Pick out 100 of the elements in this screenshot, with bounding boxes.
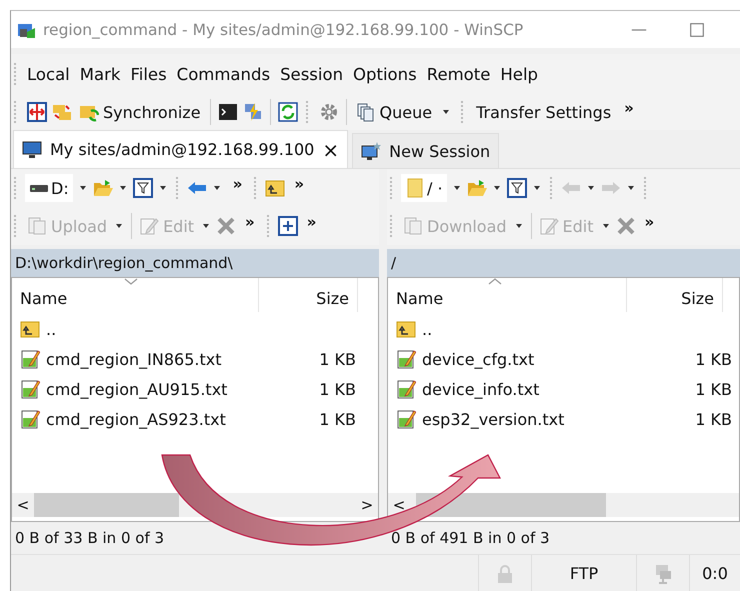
menu-item[interactable]: Remote (422, 64, 496, 84)
file-size: 1 KB (319, 410, 356, 428)
refresh-icon[interactable] (278, 102, 298, 122)
column-header[interactable]: Size (626, 278, 723, 312)
file-name[interactable]: cmd_region_AS923.txt (46, 410, 226, 428)
tab-label: My sites/admin@192.168.99.100 (50, 140, 314, 159)
scroll-right-button[interactable]: > (356, 496, 378, 514)
pencil-icon (538, 216, 559, 236)
pencil-icon (139, 216, 160, 236)
file-size: 1 KB (695, 380, 732, 398)
overflow-button[interactable]: » (294, 175, 304, 193)
close-icon[interactable]: × (322, 138, 340, 162)
protocol-label: FTP (570, 564, 598, 583)
caret-icon[interactable] (514, 223, 523, 229)
drive-icon (29, 184, 49, 192)
monitor-icon (361, 141, 382, 161)
caret-icon[interactable] (115, 223, 124, 229)
session-tab[interactable]: New Session (352, 133, 500, 168)
text-file-icon (20, 409, 40, 429)
drive-selector[interactable]: D: (25, 174, 73, 202)
overflow-button[interactable]: » (232, 175, 242, 193)
delete-icon[interactable] (216, 216, 236, 236)
file-size: 1 KB (695, 410, 732, 428)
overflow-button[interactable]: » (306, 213, 316, 231)
network-icon (653, 564, 673, 584)
documents-icon (403, 216, 423, 236)
toolbar-button[interactable]: Transfer Settings (474, 100, 614, 124)
file-name[interactable]: device_cfg.txt (422, 350, 534, 368)
address-text: D: (51, 178, 69, 198)
filter-icon[interactable] (506, 178, 527, 198)
overflow-button[interactable]: » (245, 213, 255, 231)
caret-icon[interactable] (442, 109, 450, 115)
file-size: 1 KB (319, 350, 356, 368)
caret-icon[interactable] (202, 223, 210, 229)
overflow-button[interactable]: » (624, 99, 634, 117)
text-file-icon (396, 349, 416, 369)
address-text: / · (427, 178, 443, 198)
caret-icon[interactable] (532, 185, 541, 191)
settings-icon[interactable] (318, 102, 339, 122)
monitor-icon (22, 140, 42, 160)
caret-icon[interactable] (212, 185, 221, 191)
session-time: 0:0 (702, 564, 728, 583)
text-file-icon (20, 379, 40, 399)
menu-item[interactable]: Session (275, 64, 348, 84)
monitors-icon[interactable] (242, 102, 263, 122)
caret-icon[interactable] (492, 185, 501, 191)
overflow-button[interactable]: » (644, 213, 654, 231)
scroll-thumb[interactable] (34, 493, 179, 517)
file-name[interactable]: cmd_region_AU915.txt (46, 380, 228, 398)
caret-icon[interactable] (602, 223, 610, 229)
selection-status: 0 B of 33 B in 0 of 3 (14, 528, 166, 549)
selection-status: 0 B of 491 B in 0 of 3 (390, 528, 551, 549)
parent-folder-icon[interactable] (265, 178, 286, 198)
file-name[interactable]: esp32_version.txt (422, 410, 564, 428)
text-file-icon (20, 349, 40, 369)
caret-icon[interactable] (78, 185, 87, 191)
scroll-left-button[interactable]: < (388, 496, 410, 514)
column-header[interactable]: Name (12, 278, 259, 312)
documents-icon (27, 216, 47, 236)
delete-icon[interactable] (616, 216, 636, 236)
menu-item[interactable]: Mark (74, 64, 126, 84)
open-folder-icon[interactable] (92, 178, 113, 198)
file-name[interactable]: device_info.txt (422, 380, 540, 398)
session-tab[interactable]: My sites/admin@192.168.99.100 × (13, 130, 348, 168)
file-name[interactable]: .. (46, 320, 56, 338)
parent-folder-icon (20, 319, 40, 339)
filter-icon[interactable] (132, 178, 153, 198)
maximize-icon[interactable] (688, 20, 706, 38)
column-header[interactable]: Name (388, 278, 627, 312)
terminal-icon[interactable] (218, 102, 238, 122)
horizontal-scrollbar[interactable]: < (388, 493, 739, 517)
caret-icon[interactable] (118, 185, 127, 191)
lock-icon (495, 564, 515, 584)
caret-icon[interactable] (158, 185, 167, 191)
file-name[interactable]: .. (422, 320, 432, 338)
documents-icon (356, 102, 376, 122)
toolbar-button[interactable]: Synchronize (77, 100, 203, 124)
menu-item[interactable]: Options (348, 64, 422, 84)
menu-item[interactable]: Commands (172, 64, 276, 84)
folders-icon[interactable] (52, 102, 72, 122)
parent-folder-icon (396, 319, 416, 339)
menu-item[interactable]: Files (125, 64, 172, 84)
column-header[interactable]: Size (259, 278, 358, 312)
plus-icon[interactable] (278, 216, 298, 236)
open-folder-icon[interactable] (466, 178, 487, 198)
caret-icon[interactable] (452, 185, 461, 191)
file-size: 1 KB (319, 380, 356, 398)
text-file-icon (396, 409, 416, 429)
compare-icon[interactable] (27, 102, 47, 122)
path-bar: / (387, 249, 740, 277)
path-bar: D:\workdir\region_command\ (11, 249, 379, 277)
window-title: region_command - My sites/admin@192.168.99.100 - WinSCP (43, 20, 524, 38)
text-file-icon (396, 379, 416, 399)
menu-item[interactable]: Local (22, 64, 75, 84)
drive-selector[interactable]: / · (401, 174, 447, 202)
folder-icon (405, 178, 425, 198)
menu-item[interactable]: Help (495, 64, 544, 84)
file-name[interactable]: cmd_region_IN865.txt (46, 350, 222, 368)
scroll-left-button[interactable]: < (12, 496, 34, 514)
toolbar-button[interactable]: Queue (354, 100, 434, 124)
